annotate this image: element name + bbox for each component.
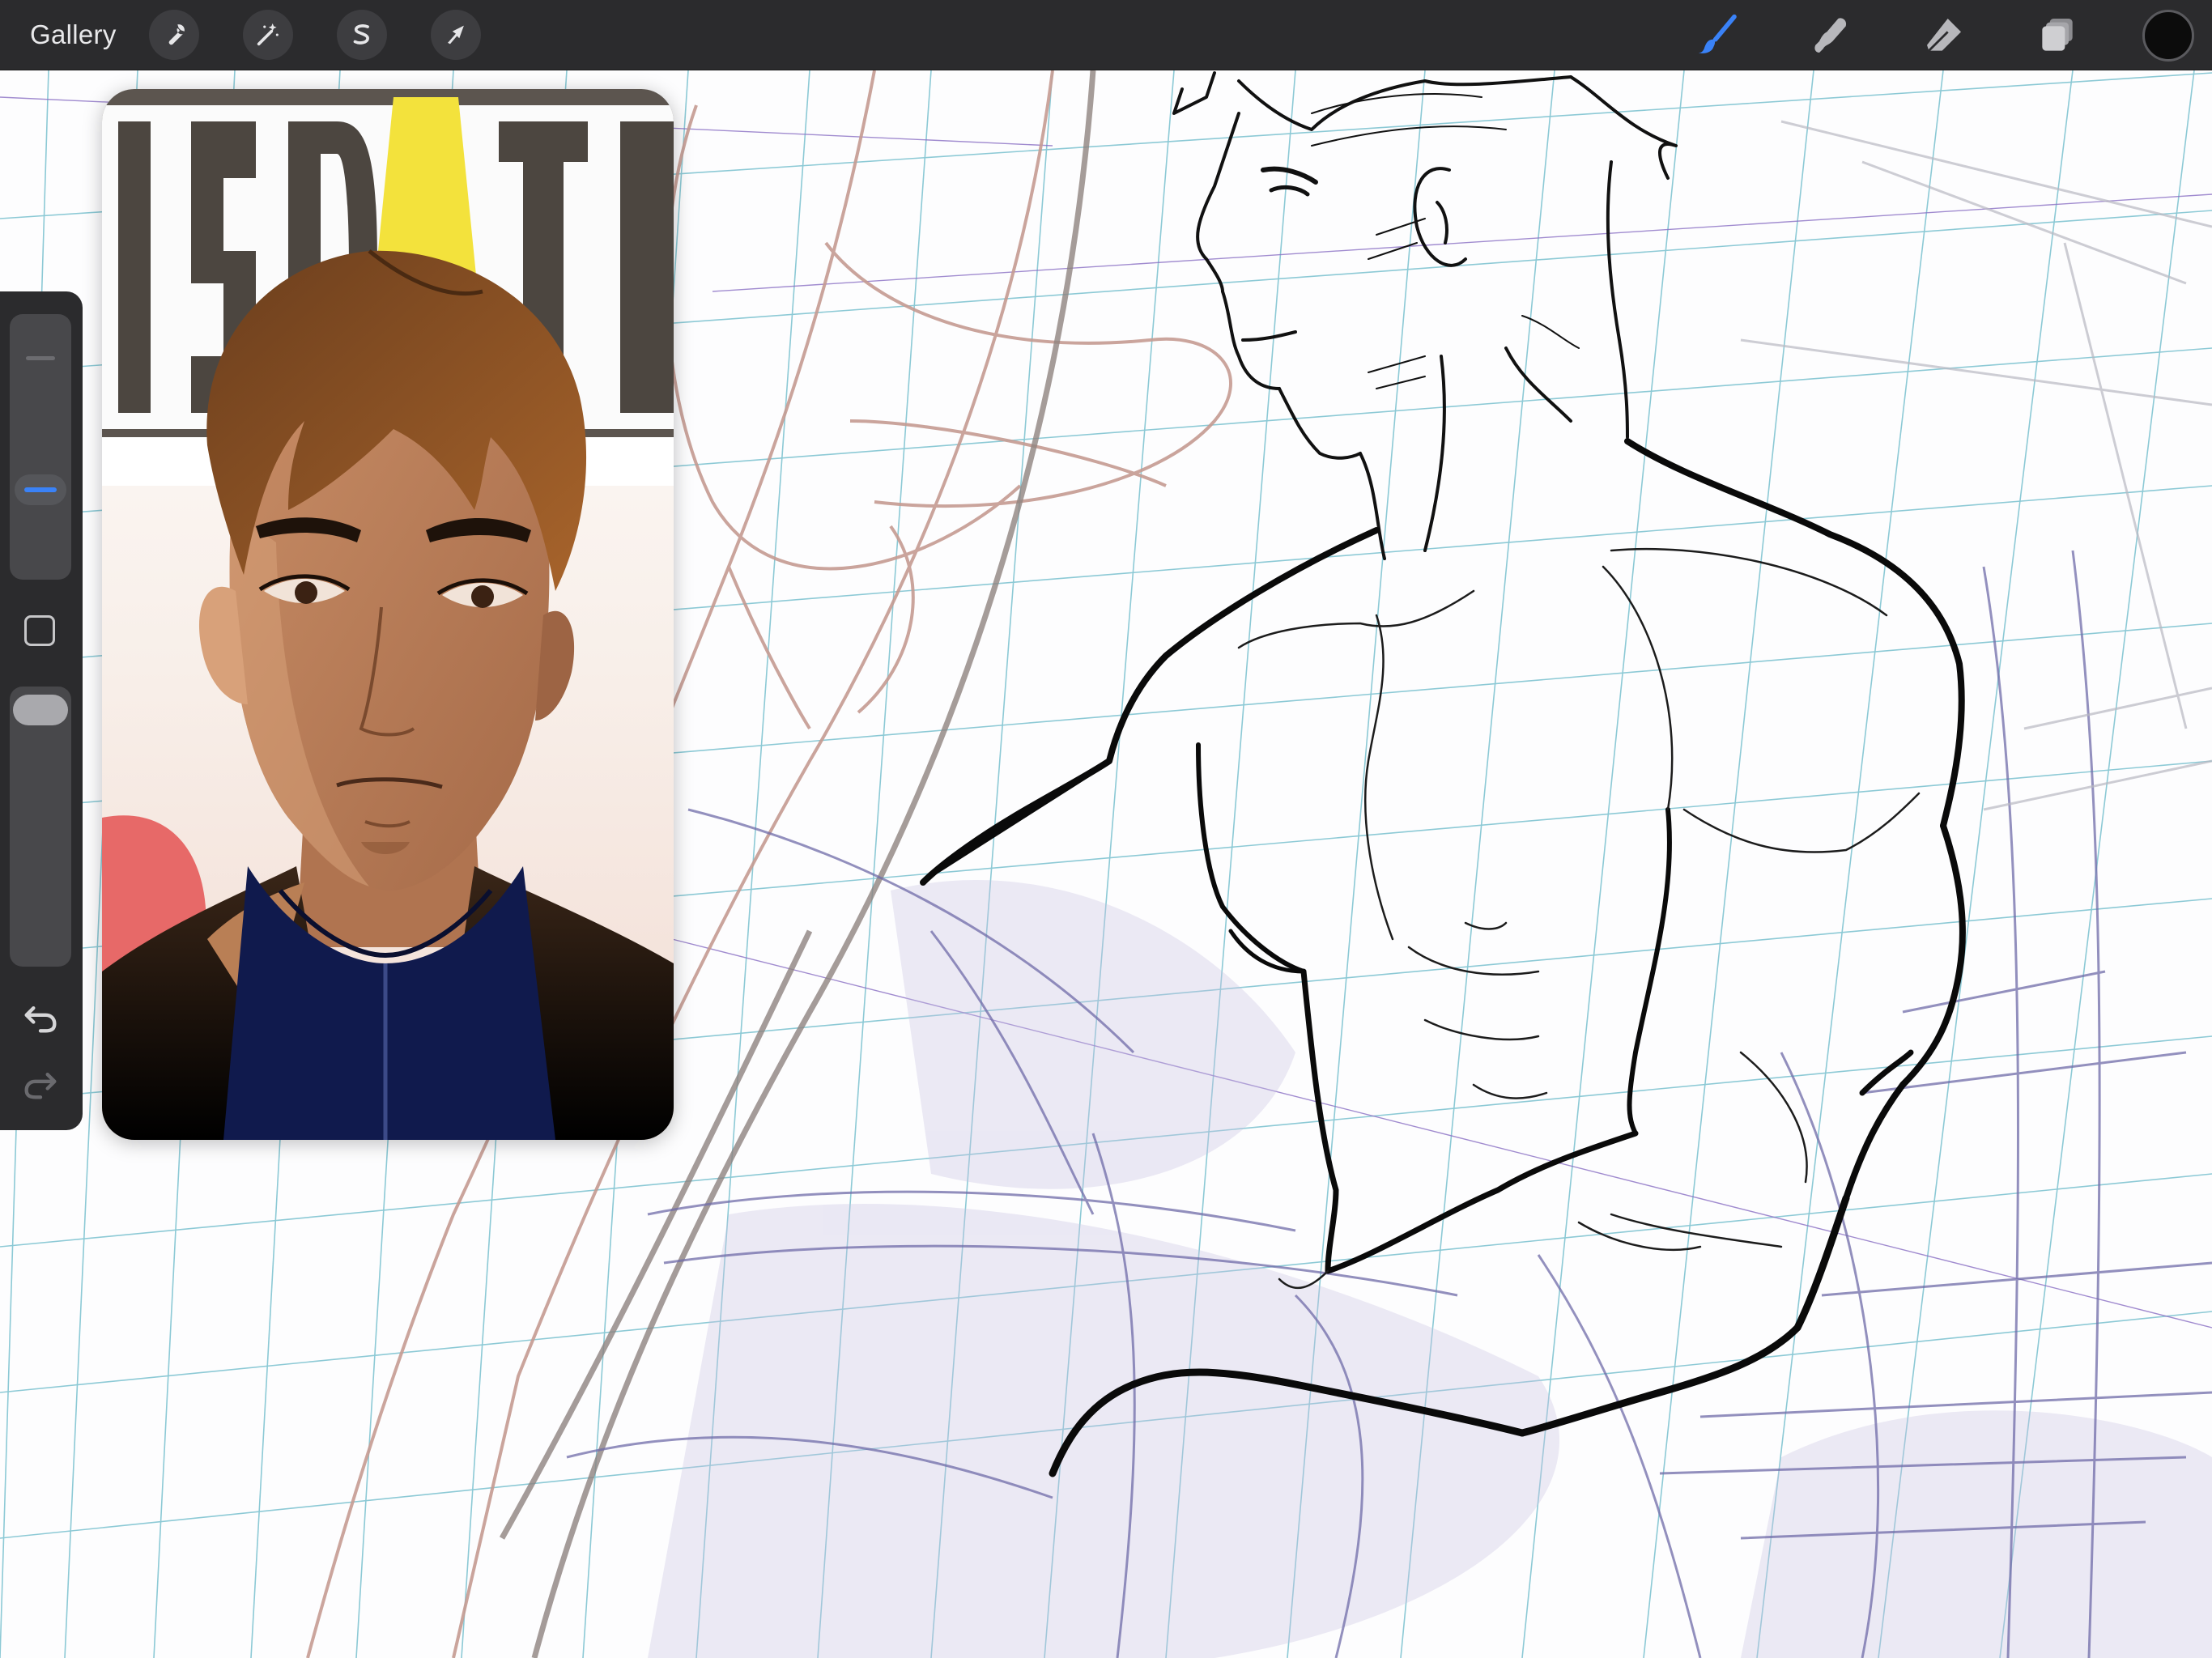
magic-wand-icon xyxy=(257,23,279,46)
redo-button[interactable] xyxy=(19,1062,62,1104)
transform-button[interactable] xyxy=(430,10,481,60)
adjustments-button[interactable] xyxy=(242,10,293,60)
brush-size-slider[interactable] xyxy=(10,314,71,580)
selection-s-icon xyxy=(353,24,369,45)
reference-image xyxy=(102,89,674,1140)
eraser-icon xyxy=(1927,18,1961,52)
arrow-cursor-icon xyxy=(447,25,464,45)
brush-opacity-slider[interactable] xyxy=(10,687,71,967)
brush-size-handle[interactable] xyxy=(15,474,66,505)
top-toolbar: Gallery xyxy=(0,0,2212,70)
sidebar xyxy=(0,291,83,1130)
gallery-button[interactable]: Gallery xyxy=(30,19,117,50)
size-track-marker xyxy=(26,356,55,360)
undo-button[interactable] xyxy=(19,996,62,1038)
color-picker-button[interactable] xyxy=(2142,9,2194,62)
brush-icon xyxy=(1698,14,1737,53)
brush-tool-button[interactable] xyxy=(1687,6,1747,66)
undo-arrow-icon xyxy=(24,1006,57,1033)
smudge-icon xyxy=(1814,17,1847,53)
layers-icon xyxy=(2042,18,2073,51)
painting-tools xyxy=(1634,0,2212,70)
layers-button[interactable] xyxy=(2027,6,2087,66)
eraser-tool-button[interactable] xyxy=(1914,6,1974,66)
reference-image-window[interactable] xyxy=(102,89,674,1140)
brush-opacity-handle[interactable] xyxy=(13,695,68,725)
actions-button[interactable] xyxy=(148,10,199,60)
modify-button[interactable] xyxy=(24,615,55,646)
redo-arrow-icon xyxy=(24,1073,57,1099)
smudge-tool-button[interactable] xyxy=(1801,6,1861,66)
wrench-icon xyxy=(168,24,185,45)
selection-button[interactable] xyxy=(336,10,387,60)
